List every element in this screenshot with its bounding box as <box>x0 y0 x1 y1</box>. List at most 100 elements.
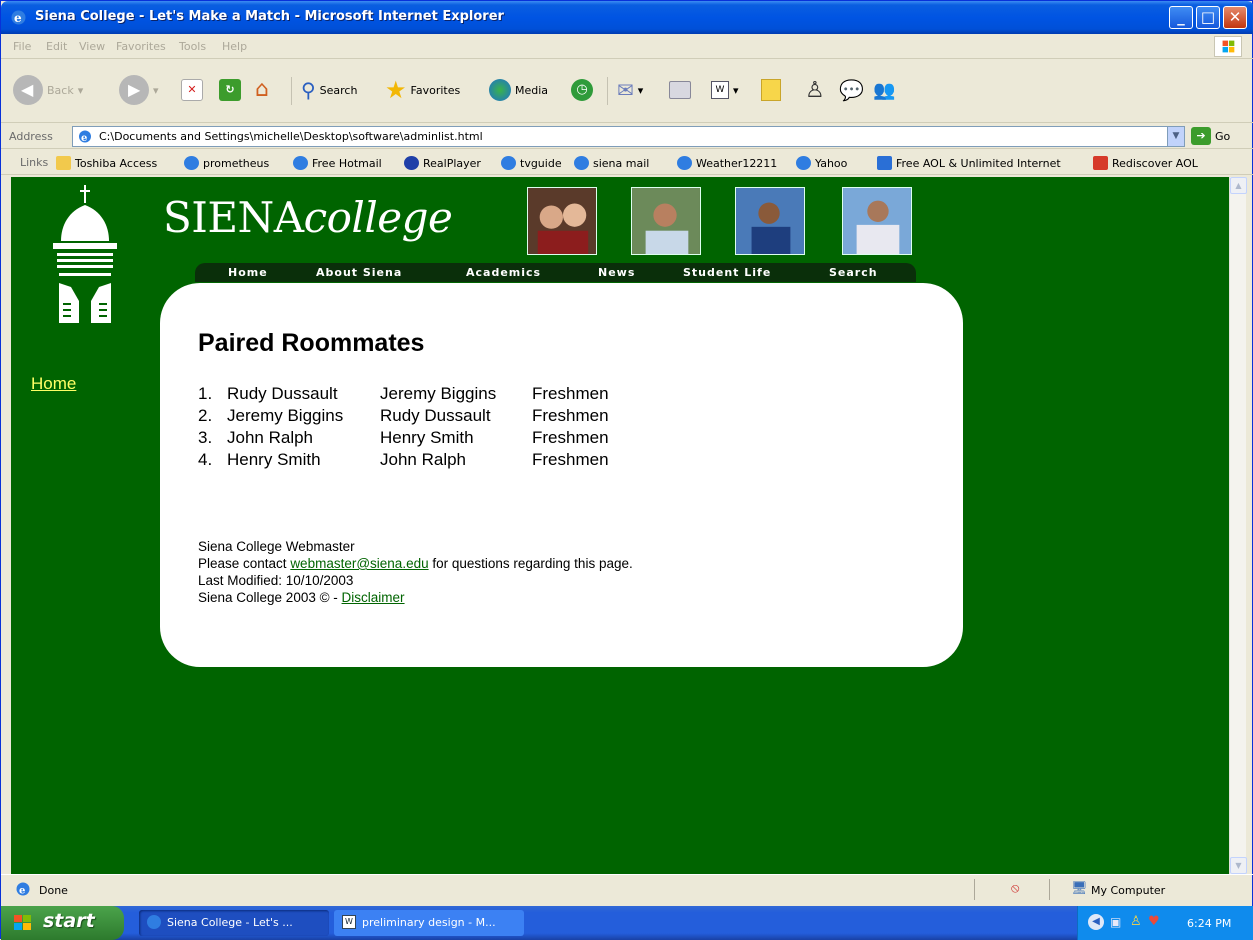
address-bar: Address e C:\Documents and Settings\mich… <box>1 123 1253 149</box>
link-toshiba-access[interactable]: Toshiba Access <box>56 156 157 170</box>
edit-button[interactable]: W ▾ <box>711 73 739 107</box>
blocked-icon: ⦸ <box>1011 881 1020 896</box>
history-icon: ◷ <box>571 79 593 101</box>
ie-page-icon <box>796 156 811 170</box>
roommate-name: John Ralph <box>227 428 314 447</box>
messenger-button[interactable]: ♙ <box>805 73 825 107</box>
media-button[interactable]: Media <box>489 73 548 107</box>
mail-button[interactable]: ✉ ▾ <box>617 73 643 107</box>
maximize-button[interactable]: □ <box>1196 6 1220 29</box>
go-button[interactable]: ➔ Go <box>1191 127 1230 145</box>
nav-search[interactable]: Search <box>829 266 878 279</box>
link-free-hotmail[interactable]: Free Hotmail <box>293 156 382 170</box>
nav-home[interactable]: Home <box>228 266 268 279</box>
menu-favorites[interactable]: Favorites <box>116 40 166 53</box>
tray-expand-icon[interactable]: ◀ <box>1088 914 1104 930</box>
link-yahoo[interactable]: Yahoo <box>796 156 847 170</box>
history-button[interactable]: ◷ <box>571 73 593 107</box>
footer-copyright: Siena College 2003 © - Disclaimer <box>198 590 405 605</box>
windows-flag-icon <box>13 914 33 932</box>
nav-academics[interactable]: Academics <box>466 266 541 279</box>
taskbar-item-siena[interactable]: Siena College - Let's ... <box>139 910 329 936</box>
standard-toolbar: ◀ Back ▾ ▶ ▾ ✕ ↻ ⌂ ⚲ Search ★ Favorites Me… <box>1 59 1253 123</box>
vertical-scrollbar[interactable]: ▲ ▼ <box>1229 177 1247 874</box>
link-free-aol[interactable]: Free AOL & Unlimited Internet <box>877 156 1061 170</box>
link-siena-mail[interactable]: siena mail <box>574 156 649 170</box>
page-viewport: SIENAcollege Home About Siena Academics … <box>11 177 1229 874</box>
content-panel: Paired Roommates 1. Rudy Dussault Jeremy B… <box>160 283 963 667</box>
nav-student-life[interactable]: Student Life <box>683 266 771 279</box>
taskbar-item-word[interactable]: W preliminary design - M... <box>334 910 524 936</box>
student-photo-4 <box>842 187 912 255</box>
go-arrow-icon: ➔ <box>1191 127 1211 145</box>
page-title: Paired Roommates <box>198 329 425 357</box>
ie-page-icon <box>293 156 308 170</box>
menu-view[interactable]: View <box>79 40 105 53</box>
back-button[interactable]: ◀ Back ▾ <box>13 73 83 107</box>
footer-last-modified: Last Modified: 10/10/2003 <box>198 573 354 588</box>
footer-contact: Please contact webmaster@siena.edu for q… <box>198 556 633 571</box>
home-button[interactable]: ⌂ <box>255 73 277 107</box>
favorites-button[interactable]: ★ Favorites <box>385 73 460 107</box>
menu-tools[interactable]: Tools <box>179 40 206 53</box>
ie-page-icon <box>574 156 589 170</box>
class-year: Freshmen <box>532 450 609 469</box>
menu-bar: File Edit View Favorites Tools Help <box>1 34 1253 59</box>
person-icon: ♙ <box>805 77 825 103</box>
list-number: 4. <box>198 450 213 469</box>
start-button[interactable]: start <box>1 906 124 940</box>
disclaimer-link[interactable]: Disclaimer <box>342 590 405 605</box>
forward-button[interactable]: ▶ ▾ <box>119 73 159 107</box>
page-icon: e <box>79 130 91 144</box>
contacts-icon: 👥 <box>873 79 896 101</box>
list-number: 3. <box>198 428 213 447</box>
print-button[interactable] <box>669 73 691 107</box>
messenger-icon[interactable]: ♙ <box>1130 914 1142 929</box>
status-divider <box>1049 879 1050 900</box>
link-tvguide[interactable]: tvguide <box>501 156 562 170</box>
class-year: Freshmen <box>532 384 609 403</box>
toolbar-separator <box>291 77 292 105</box>
contacts-button[interactable]: 👥 <box>873 73 895 107</box>
scroll-up-button[interactable]: ▲ <box>1230 177 1247 194</box>
scroll-down-button[interactable]: ▼ <box>1230 857 1247 874</box>
back-arrow-icon: ◀ <box>13 75 43 105</box>
realplayer-icon <box>404 156 419 170</box>
refresh-button[interactable]: ↻ <box>219 73 241 107</box>
ie-page-icon <box>147 915 161 929</box>
nav-about-siena[interactable]: About Siena <box>316 266 402 279</box>
footer-webmaster: Siena College Webmaster <box>198 539 355 554</box>
roommate-name: Jeremy Biggins <box>227 406 344 425</box>
nav-news[interactable]: News <box>598 266 635 279</box>
webmaster-email-link[interactable]: webmaster@siena.edu <box>290 556 428 571</box>
network-icon[interactable]: ▣ <box>1110 915 1121 929</box>
address-url: C:\Documents and Settings\michelle\Deskt… <box>99 130 483 143</box>
close-button[interactable]: ✕ <box>1223 6 1247 29</box>
link-weather[interactable]: Weather12211 <box>677 156 777 170</box>
search-button[interactable]: ⚲ Search <box>301 73 357 107</box>
link-rediscover-aol[interactable]: Rediscover AOL <box>1093 156 1198 170</box>
menu-help[interactable]: Help <box>222 40 247 53</box>
internet-explorer-icon: e <box>11 10 26 25</box>
svg-text:e: e <box>19 886 25 897</box>
folder-icon <box>56 156 71 170</box>
note-icon <box>761 79 781 101</box>
minimize-button[interactable]: _ <box>1169 6 1193 29</box>
speech-bubble-icon: 💬 <box>839 78 864 102</box>
address-dropdown-button[interactable]: ▼ <box>1167 127 1184 146</box>
link-realplayer[interactable]: RealPlayer <box>404 156 481 170</box>
tray-pin-icon[interactable]: ♥ <box>1148 914 1160 929</box>
student-photo-1 <box>527 187 597 255</box>
discussion-button[interactable]: 💬 <box>839 73 864 107</box>
mail-icon: ✉ <box>617 78 634 102</box>
discuss-button[interactable] <box>761 73 781 107</box>
menu-file[interactable]: File <box>13 40 31 53</box>
link-prometheus[interactable]: prometheus <box>184 156 269 170</box>
title-bar[interactable]: e Siena College - Let's Make a Match - M… <box>1 1 1253 34</box>
toolbar-separator <box>607 77 608 105</box>
svg-text:e: e <box>14 11 22 25</box>
sidebar-home-link[interactable]: Home <box>31 374 76 394</box>
address-input[interactable]: e C:\Documents and Settings\michelle\Des… <box>72 126 1185 147</box>
stop-button[interactable]: ✕ <box>181 73 203 107</box>
menu-edit[interactable]: Edit <box>46 40 67 53</box>
